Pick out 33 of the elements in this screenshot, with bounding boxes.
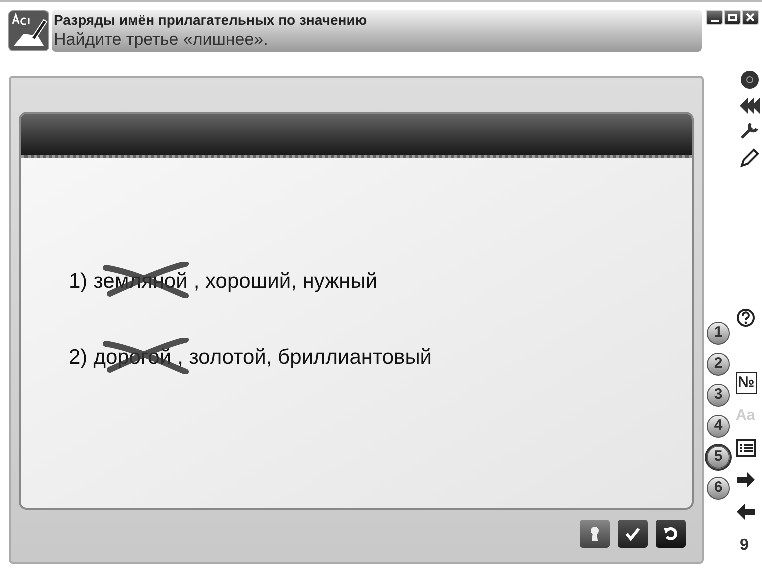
item-number: 2) [69, 344, 88, 370]
task-instruction: Найдите третье «лишнее». [54, 29, 270, 50]
reset-button[interactable] [656, 520, 686, 548]
app-logo-icon [8, 10, 50, 52]
checkmark-icon [625, 527, 641, 541]
undo-icon [663, 526, 679, 542]
task-number-button[interactable]: 6 [707, 477, 730, 500]
page-number: 9 [739, 536, 749, 556]
task-number-button[interactable]: 4 [707, 415, 730, 438]
task-number-button[interactable]: 2 [707, 353, 730, 376]
tool-label[interactable]: № [736, 372, 757, 394]
list-icon[interactable] [736, 438, 756, 458]
help-icon[interactable] [736, 308, 756, 328]
rewind-icon[interactable] [740, 98, 760, 114]
answer-text[interactable]: , золотой, бриллиантовый [178, 346, 432, 368]
pencil-icon[interactable] [740, 148, 760, 168]
answer-text[interactable]: , хороший, нужный [194, 270, 378, 293]
left-arrow-icon[interactable] [736, 502, 756, 522]
item-number: 1) [69, 269, 88, 295]
hint-button[interactable] [580, 520, 610, 548]
close-button[interactable] [742, 10, 759, 25]
task-number-button[interactable]: 3 [707, 384, 730, 407]
task-number-button[interactable]: 5 [707, 446, 730, 469]
close-icon [746, 13, 755, 22]
maximize-button[interactable] [724, 10, 741, 25]
keyhole-icon [589, 526, 601, 542]
right-arrow-icon[interactable] [736, 470, 756, 490]
disc-icon[interactable] [740, 70, 760, 90]
lesson-title: Разряды имён прилагательных по значению [54, 12, 368, 30]
check-button[interactable] [618, 520, 648, 548]
task-number-button[interactable]: 1 [707, 322, 730, 345]
wrench-icon[interactable] [740, 122, 760, 140]
minimize-button[interactable] [706, 10, 723, 25]
